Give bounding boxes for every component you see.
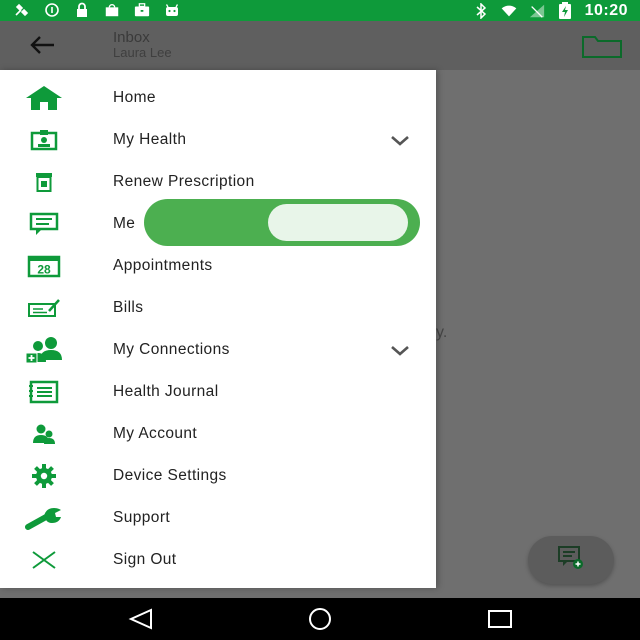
signal-icon — [529, 3, 545, 19]
back-arrow-icon[interactable] — [28, 33, 56, 57]
journal-icon — [22, 377, 66, 407]
drawer-item-label: My Health — [113, 131, 187, 148]
connections-icon — [22, 335, 66, 365]
chevron-down-icon[interactable] — [390, 134, 410, 146]
status-time: 10:20 — [584, 2, 628, 19]
content-text-fragment: y. — [436, 324, 448, 341]
account-icon — [22, 419, 66, 449]
drawer-item-label: Appointments — [113, 257, 213, 274]
nav-recents-icon[interactable] — [486, 607, 514, 631]
drawer-item-support[interactable]: Support — [0, 497, 436, 539]
check-bill-icon — [22, 293, 66, 323]
home-icon — [22, 83, 66, 113]
toggle-knob[interactable] — [268, 204, 408, 241]
android-icon — [164, 2, 180, 18]
drawer-item-health-journal[interactable]: Health Journal — [0, 371, 436, 413]
drawer-item-label: My Connections — [113, 341, 230, 358]
shopping-bag-icon — [104, 2, 120, 18]
drawer-item-sign-out[interactable]: Sign Out — [0, 539, 436, 581]
drawer-item-label: Sign Out — [113, 551, 177, 568]
drawer-item-label: Home — [113, 89, 156, 106]
message-icon — [22, 209, 66, 239]
drawer-item-home[interactable]: Home — [0, 77, 436, 119]
briefcase-icon — [134, 2, 150, 18]
drawer-item-label: Renew Prescription — [113, 173, 255, 190]
drawer-item-label: Device Settings — [113, 467, 227, 484]
wrench-icon — [22, 503, 66, 533]
drawer-item-appointments[interactable]: 28 Appointments — [0, 245, 436, 287]
nav-back-icon[interactable] — [127, 607, 155, 631]
prescription-icon — [22, 167, 66, 197]
close-icon — [22, 545, 66, 575]
calendar-day: 28 — [37, 263, 51, 277]
drawer-item-my-health[interactable]: My Health — [0, 119, 436, 161]
navigation-drawer: Home My Health Renew Prescription Me 28 … — [0, 70, 436, 588]
bluetooth-icon — [473, 2, 489, 19]
drawer-item-bills[interactable]: Bills — [0, 287, 436, 329]
folder-icon[interactable] — [581, 33, 623, 59]
id-badge-icon — [22, 125, 66, 155]
info-circle-icon — [44, 2, 60, 18]
system-navigation-bar — [0, 598, 640, 640]
toolbar-subtitle: Laura Lee — [113, 45, 172, 60]
gear-icon — [22, 461, 66, 491]
drawer-item-label: Bills — [113, 299, 144, 316]
drawer-item-label: Me — [113, 215, 136, 232]
toggle-switch[interactable] — [144, 199, 420, 246]
drawer-item-my-connections[interactable]: My Connections — [0, 329, 436, 371]
calendar-icon: 28 — [22, 251, 66, 281]
new-message-icon — [557, 545, 585, 576]
satellite-icon — [14, 2, 30, 18]
lock-icon — [74, 2, 90, 18]
battery-charging-icon — [557, 1, 573, 19]
toolbar-title: Inbox — [113, 29, 150, 46]
app-toolbar: Inbox Laura Lee — [0, 21, 640, 70]
drawer-item-label: Health Journal — [113, 383, 219, 400]
drawer-item-device-settings[interactable]: Device Settings — [0, 455, 436, 497]
drawer-item-label: Support — [113, 509, 171, 526]
wifi-icon — [501, 3, 517, 19]
status-bar: 10:20 — [0, 0, 640, 21]
drawer-item-renew-prescription[interactable]: Renew Prescription — [0, 161, 436, 203]
drawer-item-my-account[interactable]: My Account — [0, 413, 436, 455]
chevron-down-icon[interactable] — [390, 344, 410, 356]
nav-home-icon[interactable] — [304, 607, 336, 631]
drawer-item-label: My Account — [113, 425, 198, 442]
compose-message-button[interactable] — [528, 536, 614, 584]
